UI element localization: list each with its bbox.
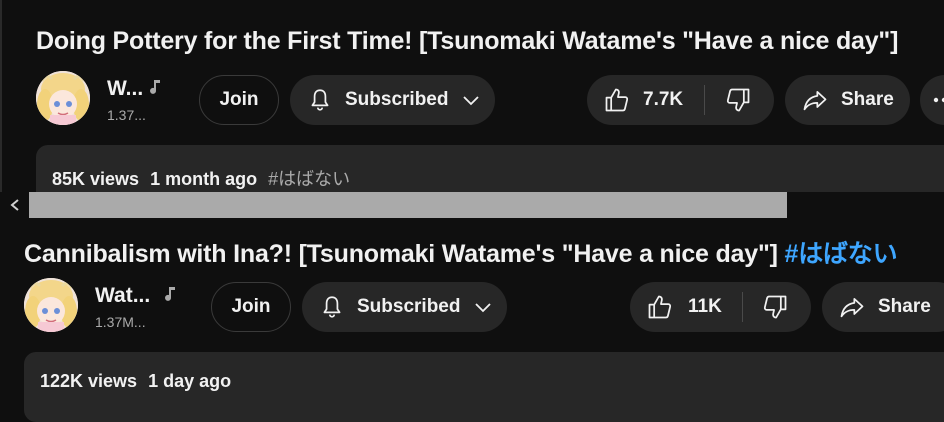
avatar-image <box>36 71 90 125</box>
video2-channel-name[interactable]: Wat... <box>95 284 150 308</box>
video2-channel-avatar[interactable] <box>24 278 78 332</box>
video2-title: Cannibalism with Ina?! [Tsunomaki Watame… <box>24 240 778 268</box>
like-count[interactable]: 7.7K <box>643 89 683 111</box>
subscribed-label: Subscribed <box>345 89 449 110</box>
video2-join-button[interactable]: Join <box>211 282 291 332</box>
video1-subscriber-count: 1.37... <box>107 107 146 123</box>
subscribed-label: Subscribed <box>357 296 461 317</box>
video1-like-dislike-group: 7.7K <box>587 75 774 125</box>
upload-age: 1 month ago <box>150 169 258 189</box>
video1-share-button[interactable]: Share <box>785 75 910 125</box>
share-label: Share <box>878 296 931 317</box>
video2-like-dislike-group: 11K <box>630 282 811 332</box>
like-divider <box>741 292 743 322</box>
like-count[interactable]: 11K <box>688 296 722 318</box>
video2-panel: Cannibalism with Ina?! [Tsunomaki Watame… <box>0 218 944 422</box>
music-note-icon <box>147 78 163 101</box>
bell-icon <box>319 294 345 320</box>
share-label: Share <box>841 89 894 110</box>
video1-channel-name[interactable]: W... <box>107 77 143 101</box>
chevron-down-icon <box>461 90 481 110</box>
more-horizontal-icon <box>932 96 944 104</box>
like-divider <box>704 85 706 115</box>
chevron-down-icon <box>473 297 493 317</box>
video1-title: Doing Pottery for the First Time! [Tsuno… <box>36 27 899 55</box>
join-label: Join <box>231 296 271 317</box>
chevron-left-icon[interactable] <box>8 198 22 217</box>
scrollbar-thumb[interactable] <box>29 192 787 218</box>
bell-icon <box>307 87 333 113</box>
video1-view-meta: 85K views 1 month ago #はばない <box>52 165 350 191</box>
video2-subscribed-button[interactable]: Subscribed <box>302 282 507 332</box>
video1-more-button[interactable] <box>920 75 944 125</box>
avatar-image <box>24 278 78 332</box>
upload-age: 1 day ago <box>148 371 232 391</box>
horizontal-scrollbar[interactable] <box>0 192 944 218</box>
video1-panel: Doing Pottery for the First Time! [Tsuno… <box>0 0 944 218</box>
video2-title-hashtag[interactable]: #はばない <box>785 240 898 268</box>
view-count: 85K views <box>52 169 140 189</box>
video2-title-row: Cannibalism with Ina?! [Tsunomaki Watame… <box>24 234 898 270</box>
join-label: Join <box>219 89 259 110</box>
thumbs-down-icon[interactable] <box>724 86 752 114</box>
thumbs-down-icon[interactable] <box>761 293 789 321</box>
video1-subscribed-button[interactable]: Subscribed <box>290 75 495 125</box>
video2-description-box[interactable]: 122K views 1 day ago <box>24 352 944 422</box>
view-count: 122K views <box>40 371 138 391</box>
video2-subscriber-count: 1.37M... <box>95 314 146 330</box>
thumbs-up-icon[interactable] <box>603 86 631 114</box>
music-note-icon <box>162 285 178 308</box>
video2-view-meta: 122K views 1 day ago <box>40 371 231 392</box>
description-hashtag[interactable]: #はばない <box>268 169 350 189</box>
video1-channel-avatar[interactable] <box>36 71 90 125</box>
thumbs-up-icon[interactable] <box>646 293 674 321</box>
video1-join-button[interactable]: Join <box>199 75 279 125</box>
share-arrow-icon <box>838 293 866 321</box>
share-arrow-icon <box>801 86 829 114</box>
panel-left-edge <box>0 0 2 192</box>
video2-share-button[interactable]: Share <box>822 282 944 332</box>
